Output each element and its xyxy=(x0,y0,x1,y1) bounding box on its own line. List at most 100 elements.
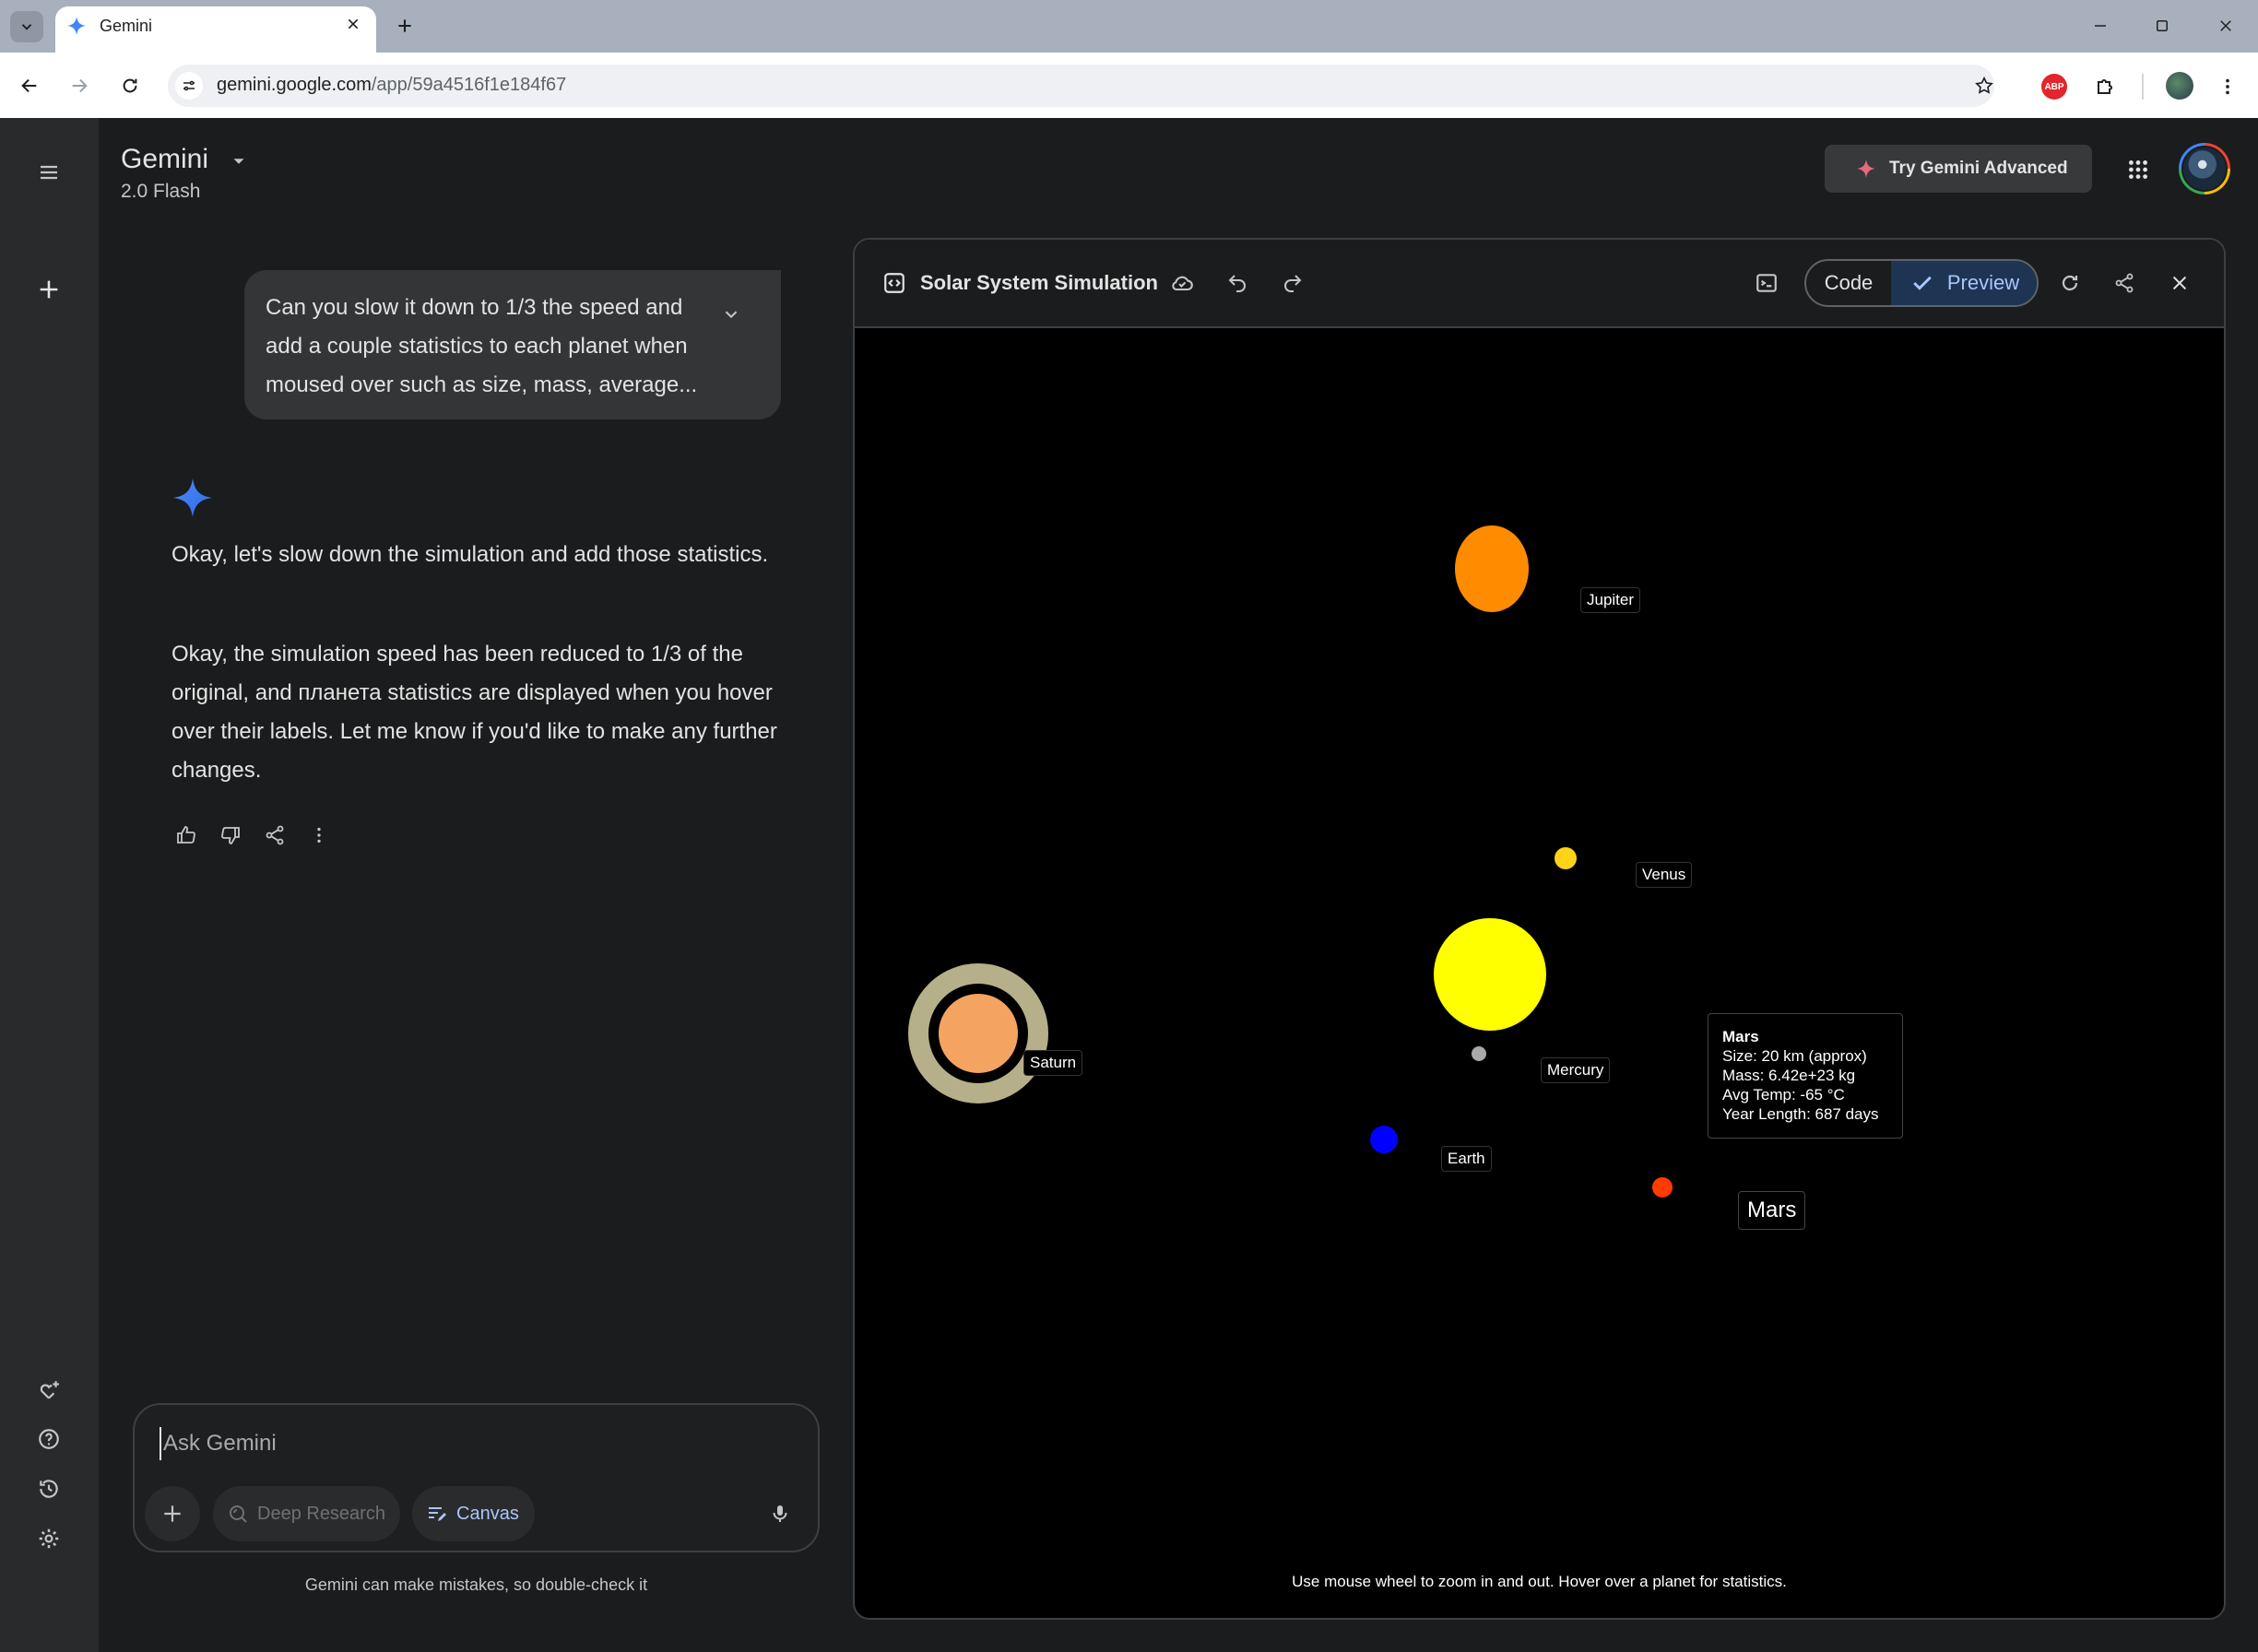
close-icon xyxy=(2172,276,2187,290)
hamburger-menu-icon xyxy=(41,165,57,180)
maximize-icon xyxy=(2157,20,2168,31)
arrow-left-icon xyxy=(21,78,37,93)
browser-menu-button[interactable] xyxy=(2213,72,2242,101)
sparkle-icon xyxy=(1856,159,1876,179)
plus-icon xyxy=(164,1505,181,1522)
activity-button[interactable] xyxy=(28,1468,70,1510)
canvas-chip[interactable]: Canvas xyxy=(412,1486,535,1541)
good-response-button[interactable] xyxy=(171,820,201,850)
new-tab-button[interactable] xyxy=(391,12,419,40)
share-icon xyxy=(266,825,284,845)
checkmark-icon xyxy=(1913,276,1932,290)
bookmark-button[interactable] xyxy=(1969,72,1999,100)
minimize-icon xyxy=(2095,25,2106,27)
tooltip-title: Mars xyxy=(1722,1028,1759,1045)
tune-icon xyxy=(183,80,195,91)
more-options-button[interactable] xyxy=(304,820,334,850)
microphone-icon xyxy=(773,1505,787,1522)
gear-icon xyxy=(39,1528,59,1549)
preview-tab-label: Preview xyxy=(1946,271,2020,294)
preview-tab[interactable]: Preview xyxy=(1891,261,2037,305)
extensions-button[interactable] xyxy=(2090,72,2120,101)
reload-icon xyxy=(123,78,137,93)
upload-button[interactable] xyxy=(145,1486,200,1541)
reload-button[interactable] xyxy=(114,70,146,101)
planet-mars[interactable] xyxy=(1652,1177,1673,1198)
planet-label-mercury[interactable]: Mercury xyxy=(1541,1057,1611,1083)
minimize-button[interactable] xyxy=(2082,11,2119,41)
back-button[interactable] xyxy=(14,70,45,101)
user-message-bubble: Can you slow it down to 1/3 the speed an… xyxy=(244,270,781,419)
canvas-label: Canvas xyxy=(456,1503,519,1524)
response-paragraph: Okay, the simulation speed has been redu… xyxy=(171,642,777,783)
maximize-button[interactable] xyxy=(2144,11,2181,41)
deep-research-label: Deep Research xyxy=(257,1503,385,1524)
toolbar-divider xyxy=(2142,74,2144,100)
heart-plus-icon xyxy=(40,1381,59,1399)
tab-search-button[interactable] xyxy=(10,11,43,42)
model-name[interactable]: 2.0 Flash xyxy=(121,181,200,203)
window-close-button[interactable] xyxy=(2207,11,2244,41)
planet-label-saturn[interactable]: Saturn xyxy=(1023,1050,1083,1076)
plus-icon xyxy=(40,280,58,299)
redo-icon xyxy=(1284,275,1302,292)
settings-button[interactable] xyxy=(28,1517,70,1560)
tooltip-size: Size: 20 km (approx) xyxy=(1722,1047,1867,1065)
thumbs-up-icon xyxy=(177,826,195,844)
code-box-icon xyxy=(881,269,908,297)
url-host: gemini.google.com xyxy=(217,75,372,95)
arrow-right-icon xyxy=(72,78,88,93)
planet-mercury[interactable] xyxy=(1472,1046,1486,1061)
gemini-sparkle-icon xyxy=(172,478,213,518)
help-button[interactable] xyxy=(28,1418,70,1460)
url-text[interactable]: gemini.google.com/app/59a4516f1e184f67 xyxy=(217,75,566,96)
new-chat-button[interactable] xyxy=(28,268,70,311)
help-icon xyxy=(39,1429,59,1449)
caret-down-icon[interactable] xyxy=(229,151,249,171)
refresh-preview-button[interactable] xyxy=(2054,267,2086,299)
forward-button[interactable] xyxy=(64,70,95,101)
tooltip-mass: Mass: 6.42e+23 kg xyxy=(1722,1067,1856,1084)
response-paragraph: Okay, let's slow down the simulation and… xyxy=(171,542,769,567)
planet-saturn[interactable] xyxy=(939,994,1018,1073)
main-menu-button[interactable] xyxy=(28,151,70,194)
more-vertical-icon xyxy=(2226,78,2229,95)
undo-button[interactable] xyxy=(1222,267,1253,299)
planet-jupiter[interactable] xyxy=(1455,525,1529,612)
tab-close-button[interactable] xyxy=(343,14,363,34)
save-to-drive-button[interactable] xyxy=(1166,267,1198,299)
site-info-icon[interactable] xyxy=(175,72,203,100)
deep-research-chip[interactable]: Deep Research xyxy=(213,1486,400,1541)
planet-label-venus[interactable]: Venus xyxy=(1636,862,1693,888)
solar-system-canvas[interactable] xyxy=(855,330,2224,1618)
prompt-input[interactable] xyxy=(160,1427,786,1460)
app-title[interactable]: Gemini xyxy=(121,144,208,175)
planet-label-earth[interactable]: Earth xyxy=(1441,1146,1492,1172)
gem-manager-button[interactable] xyxy=(28,1369,70,1411)
share-canvas-button[interactable] xyxy=(2109,267,2140,299)
deep-research-icon xyxy=(226,1502,250,1526)
try-gemini-advanced-button[interactable]: Try Gemini Advanced xyxy=(1825,145,2092,193)
puzzle-icon xyxy=(2098,79,2112,94)
user-message-text: Can you slow it down to 1/3 the speed an… xyxy=(266,295,698,397)
code-tab[interactable]: Code xyxy=(1806,261,1891,305)
microphone-button[interactable] xyxy=(764,1498,796,1529)
expand-message-button[interactable] xyxy=(717,301,745,328)
planet-label-jupiter[interactable]: Jupiter xyxy=(1580,587,1641,613)
share-response-button[interactable] xyxy=(260,820,290,850)
google-apps-button[interactable] xyxy=(2120,151,2157,188)
planet-earth[interactable] xyxy=(1370,1126,1398,1153)
chevron-down-icon xyxy=(725,311,738,319)
browser-profile-avatar[interactable] xyxy=(2166,72,2193,100)
adblock-extension-icon[interactable]: ABP xyxy=(2041,74,2067,100)
planet-venus[interactable] xyxy=(1555,847,1577,869)
bad-response-button[interactable] xyxy=(216,820,245,850)
sun[interactable] xyxy=(1434,918,1546,1031)
account-avatar[interactable] xyxy=(2179,143,2230,195)
redo-button[interactable] xyxy=(1277,267,1308,299)
close-canvas-button[interactable] xyxy=(2164,267,2195,299)
console-button[interactable] xyxy=(1751,267,1782,299)
star-icon xyxy=(1975,76,1993,94)
close-icon xyxy=(2220,20,2231,31)
planet-label-mars[interactable]: Mars xyxy=(1738,1191,1806,1230)
